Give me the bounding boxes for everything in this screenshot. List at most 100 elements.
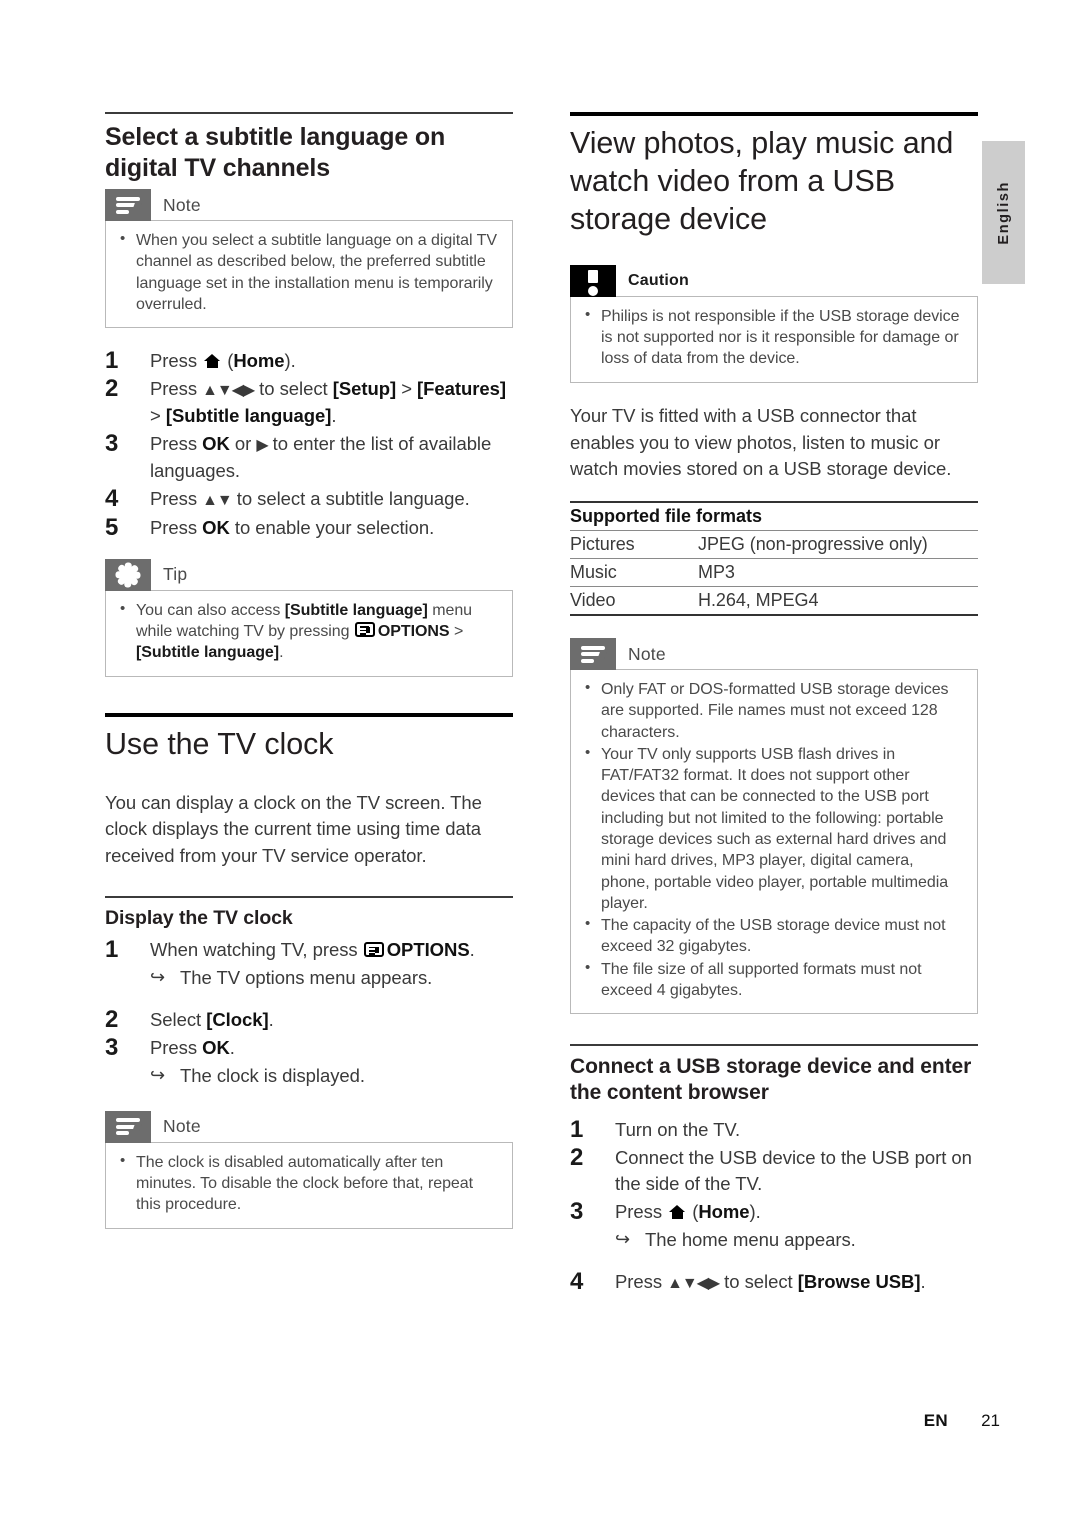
footer-page-number: 21 [981, 1411, 1000, 1430]
table-header-title: Supported file formats [570, 501, 978, 532]
section-view-photos-usb: View photos, play music and watch video … [570, 112, 978, 1015]
table-cell-key: Pictures [570, 530, 698, 560]
step-item: 2 Select [Clock]. [105, 1006, 513, 1033]
step-text: Press OK to enable your selection. [150, 516, 435, 538]
table-cell-value: MP3 [698, 558, 978, 588]
callout-body: Only FAT or DOS-formatted USB storage de… [570, 669, 978, 1015]
table-header-row: Supported file formats [570, 501, 978, 532]
step-result: The clock is displayed. [150, 1063, 513, 1089]
section-intro-use-tv-clock: You can display a clock on the TV screen… [105, 791, 482, 867]
document-page: English Select a subtitle language on di… [0, 0, 1080, 1527]
options-icon [354, 622, 375, 638]
step-result: The TV options menu appears. [150, 965, 513, 991]
step-number: 2 [105, 375, 119, 403]
callout-body: Philips is not responsible if the USB st… [570, 295, 978, 383]
section-heading-use-tv-clock: Use the TV clock [105, 726, 334, 761]
note-item: The clock is disabled automatically afte… [118, 1151, 500, 1216]
caution-label: Caution [628, 271, 689, 289]
step-text: Press (Home). [150, 350, 296, 372]
heading-rule [570, 112, 978, 116]
section-heading-select-subtitle-language: Select a subtitle language on digital TV… [105, 123, 446, 182]
subheading-rule [570, 1044, 978, 1047]
step-text: Press OK or ▶ to enter the list of avail… [150, 433, 492, 481]
step-text: Turn on the TV. [615, 1118, 741, 1140]
arrow-right-icon: ▶ [256, 437, 268, 455]
note-icon [105, 189, 151, 221]
section-intro-usb: Your TV is fitted with a USB connector t… [570, 404, 952, 480]
step-item: 3 Press OK or ▶ to enter the list of ava… [105, 430, 513, 484]
caution-icon [570, 264, 616, 297]
section-select-subtitle-language: Select a subtitle language on digital TV… [105, 112, 513, 677]
table-row: Video H.264, MPEG4 [570, 586, 978, 617]
table-cell-value: JPEG (non-progressive only) [698, 530, 978, 560]
tip-item: You can also access [Subtitle language] … [118, 599, 500, 664]
supported-file-formats-table: Supported file formats Pictures JPEG (no… [570, 501, 978, 617]
callout-header: Note [105, 1110, 513, 1143]
home-icon [204, 354, 221, 369]
footer-locale: EN [923, 1411, 948, 1430]
step-number: 3 [105, 430, 119, 458]
step-number: 1 [105, 936, 119, 964]
table-row: Pictures JPEG (non-progressive only) [570, 530, 978, 560]
step-item: 4 Press ▲▼ to select a subtitle language… [105, 485, 513, 513]
note-item: Only FAT or DOS-formatted USB storage de… [583, 678, 965, 743]
step-item: 1 When watching TV, press OPTIONS. The T… [105, 936, 513, 991]
callout-body: You can also access [Subtitle language] … [105, 589, 513, 677]
left-column: Select a subtitle language on digital TV… [105, 112, 513, 1249]
step-number: 3 [570, 1198, 584, 1226]
note-callout-subtitle: Note When you select a subtitle language… [105, 189, 513, 329]
arrows-updownleftright-icon: ▲▼◀▶ [202, 382, 255, 400]
options-icon [363, 942, 384, 958]
procedure-display-tv-clock: 1 When watching TV, press OPTIONS. The T… [105, 936, 513, 1089]
caution-item: Philips is not responsible if the USB st… [583, 305, 965, 370]
step-item: 4 Press ▲▼◀▶ to select [Browse USB]. [570, 1268, 978, 1296]
note-callout-usb: Note Only FAT or DOS-formatted USB stora… [570, 638, 978, 1015]
note-icon [570, 638, 616, 671]
arrows-updown-icon: ▲▼ [202, 492, 232, 510]
note-callout-clock: Note The clock is disabled automatically… [105, 1110, 513, 1229]
step-number: 4 [570, 1267, 584, 1295]
callout-body: When you select a subtitle language on a… [105, 220, 513, 329]
note-item: The file size of all supported formats m… [583, 958, 965, 1002]
subheading-rule [105, 896, 513, 899]
tip-label: Tip [163, 564, 188, 585]
callout-header: Note [570, 638, 978, 671]
heading-rule [105, 712, 513, 717]
step-text: Press OK. [150, 1037, 235, 1059]
caution-callout-usb: Caution Philips is not responsible if th… [570, 264, 978, 383]
step-text: When watching TV, press OPTIONS. [150, 939, 475, 961]
tip-callout-subtitle: Tip You can also access [Subtitle langua… [105, 558, 513, 677]
language-side-tab-label: English [995, 180, 1012, 245]
callout-header: Caution [570, 264, 978, 297]
step-item: 1 Turn on the TV. [570, 1116, 978, 1143]
section-heading-view-photos-usb: View photos, play music and watch video … [570, 126, 954, 236]
heading-rule [105, 112, 513, 114]
spacer [105, 993, 513, 1005]
note-label: Note [163, 194, 201, 215]
step-number: 2 [570, 1143, 584, 1171]
subsection-heading-display-tv-clock: Display the TV clock [105, 907, 293, 930]
note-icon [105, 1110, 151, 1143]
step-text: Press (Home). [615, 1201, 761, 1223]
subsection-heading-connect-usb: Connect a USB storage device and enter t… [570, 1055, 972, 1105]
callout-body: The clock is disabled automatically afte… [105, 1141, 513, 1229]
callout-header: Tip [105, 558, 513, 591]
step-item: 3 Press (Home). The home menu appears. [570, 1198, 978, 1253]
step-text: Press ▲▼◀▶ to select [Browse USB]. [615, 1271, 926, 1292]
tip-icon [105, 558, 151, 591]
step-result: The home menu appears. [615, 1227, 978, 1253]
note-item: Your TV only supports USB flash drives i… [583, 743, 965, 914]
step-number: 3 [105, 1034, 119, 1062]
step-number: 5 [105, 513, 119, 541]
right-column: View photos, play music and watch video … [570, 112, 978, 1314]
note-label: Note [163, 1116, 201, 1137]
step-text: Connect the USB device to the USB port o… [615, 1146, 972, 1195]
step-item: 3 Press OK. The clock is displayed. [105, 1034, 513, 1089]
step-text: Press ▲▼◀▶ to select [Setup] > [Features… [150, 378, 506, 426]
table-row: Music MP3 [570, 558, 978, 588]
spacer [570, 1255, 978, 1267]
step-item: 2 Connect the USB device to the USB port… [570, 1144, 978, 1198]
step-text: Press ▲▼ to select a subtitle language. [150, 488, 470, 509]
language-side-tab: English [982, 141, 1025, 284]
step-item: 5 Press OK to enable your selection. [105, 514, 513, 541]
